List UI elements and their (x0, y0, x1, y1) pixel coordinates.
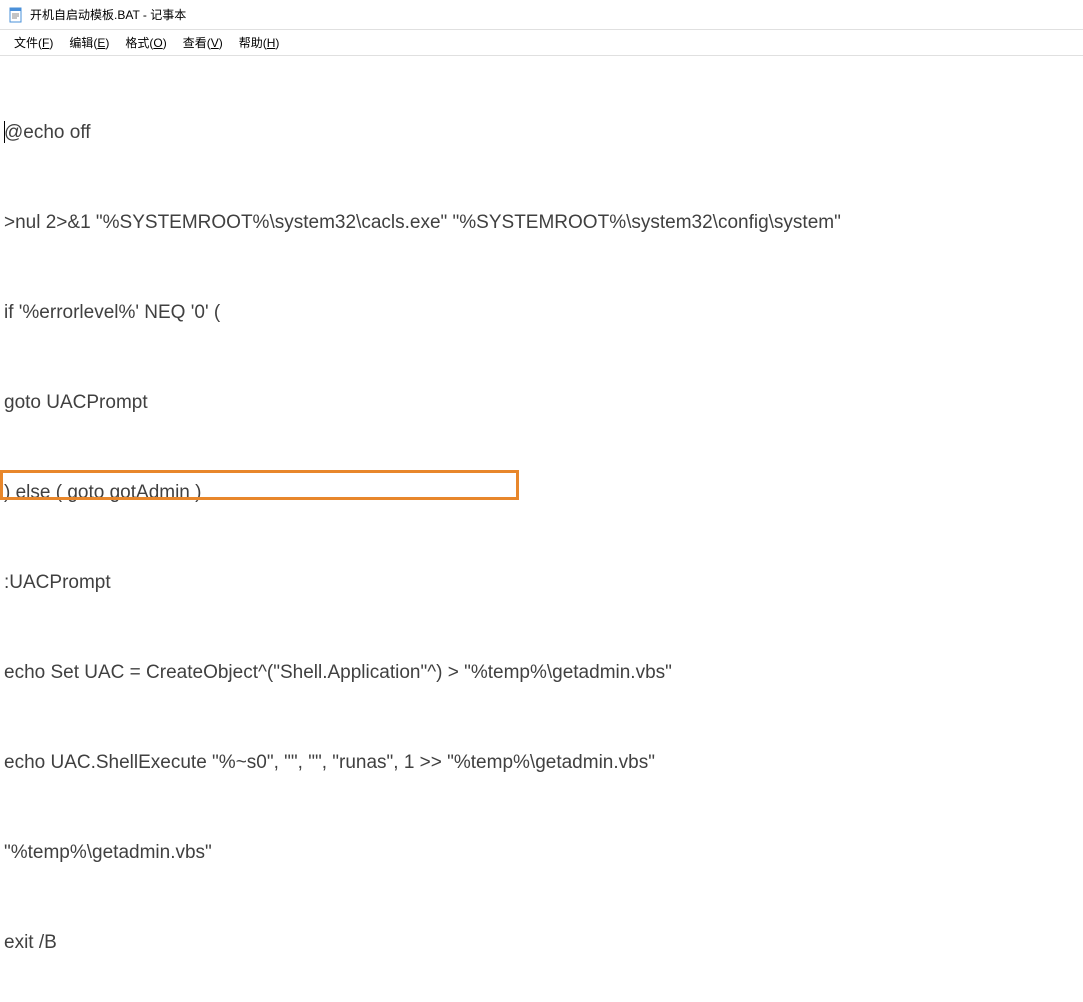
menubar: 文件(F) 编辑(E) 格式(O) 查看(V) 帮助(H) (0, 30, 1083, 56)
menu-file-label: 文件( (14, 36, 42, 50)
menu-edit-label: 编辑( (69, 36, 97, 50)
menu-view-key: V (211, 36, 219, 50)
editor-line: @echo off (2, 118, 1081, 148)
titlebar: 开机自启动模板.BAT - 记事本 (0, 0, 1083, 30)
editor-line: goto UACPrompt (2, 388, 1081, 418)
menu-help-end: ) (275, 36, 279, 50)
menu-view-label: 查看( (183, 36, 211, 50)
editor-line: echo UAC.ShellExecute "%~s0", "", "", "r… (2, 748, 1081, 778)
editor-line: exit /B (2, 928, 1081, 958)
line-content: @echo off (4, 122, 91, 143)
menu-edit-end: ) (105, 36, 109, 50)
editor-line: >nul 2>&1 "%SYSTEMROOT%\system32\cacls.e… (2, 208, 1081, 238)
editor-line: ) else ( goto gotAdmin ) (2, 478, 1081, 508)
menu-view[interactable]: 查看(V) (175, 30, 231, 55)
editor-line: echo Set UAC = CreateObject^("Shell.Appl… (2, 658, 1081, 688)
menu-help-label: 帮助( (239, 36, 267, 50)
editor-line: "%temp%\getadmin.vbs" (2, 838, 1081, 868)
menu-edit[interactable]: 编辑(E) (61, 30, 117, 55)
notepad-icon (8, 7, 24, 23)
text-editor[interactable]: @echo off >nul 2>&1 "%SYSTEMROOT%\system… (0, 56, 1083, 1002)
menu-format-key: O (153, 36, 162, 50)
menu-format-label: 格式( (125, 36, 153, 50)
editor-line: if '%errorlevel%' NEQ '0' ( (2, 298, 1081, 328)
menu-format-end: ) (163, 36, 167, 50)
editor-line: :UACPrompt (2, 568, 1081, 598)
menu-file-end: ) (49, 36, 53, 50)
menu-file[interactable]: 文件(F) (6, 30, 61, 55)
window-title: 开机自启动模板.BAT - 记事本 (30, 6, 186, 23)
menu-format[interactable]: 格式(O) (117, 30, 174, 55)
menu-help[interactable]: 帮助(H) (231, 30, 288, 55)
menu-view-end: ) (219, 36, 223, 50)
